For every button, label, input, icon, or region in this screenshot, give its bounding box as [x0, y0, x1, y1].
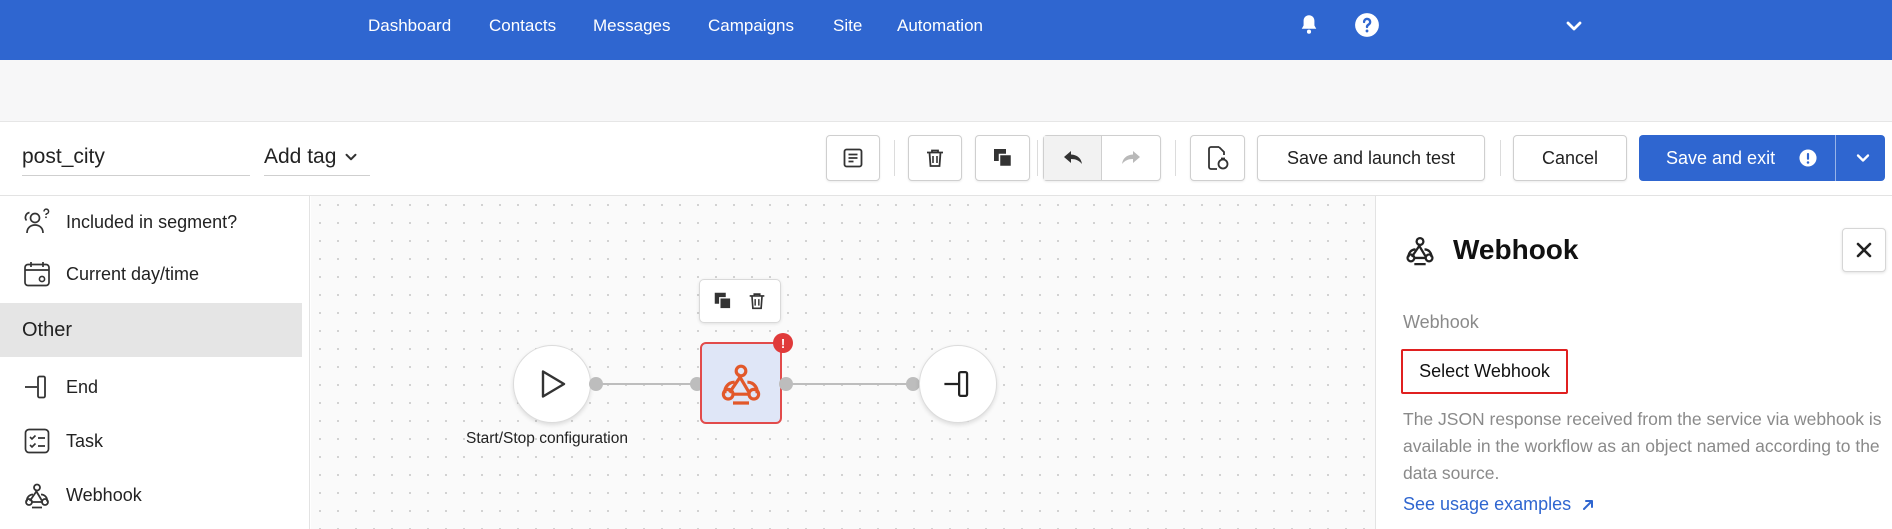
component-sidebar: Included in segment? Current day/time Ot… — [0, 196, 310, 529]
toolbar-divider — [894, 140, 895, 176]
connector-dot[interactable] — [589, 377, 603, 391]
workflow-connections — [597, 383, 912, 385]
copy-icon — [993, 149, 1012, 168]
trash-icon[interactable] — [746, 290, 768, 312]
chevron-down-icon[interactable] — [1853, 148, 1873, 168]
sidebar-item-webhook[interactable]: Webhook — [0, 469, 302, 521]
connector-dot[interactable] — [779, 377, 793, 391]
nav-messages[interactable]: Messages — [593, 16, 670, 36]
sidebar-item-label: Included in segment? — [66, 211, 238, 232]
workflow-name-input[interactable] — [22, 138, 250, 176]
add-tag-label: Add tag — [264, 144, 337, 168]
task-icon — [24, 428, 50, 454]
nav-automation[interactable]: Automation — [897, 16, 983, 36]
top-navigation-bar: Dashboard Contacts Messages Campaigns Si… — [0, 0, 1892, 60]
redo-button[interactable] — [1102, 136, 1160, 180]
nav-campaigns[interactable]: Campaigns — [708, 16, 794, 36]
connector-dot[interactable] — [906, 377, 920, 391]
toolbar-divider — [1037, 140, 1038, 176]
save-launch-test-button[interactable]: Save and launch test — [1257, 135, 1485, 181]
sidebar-item-label: Webhook — [66, 484, 142, 505]
webhook-icon — [1406, 236, 1434, 266]
chevron-down-icon[interactable] — [1562, 14, 1586, 38]
chevron-down-icon — [345, 153, 357, 160]
test-config-button[interactable] — [1190, 135, 1245, 181]
cancel-button[interactable]: Cancel — [1513, 135, 1627, 181]
redo-icon — [1122, 151, 1140, 164]
bell-icon[interactable] — [1296, 12, 1322, 38]
test-icon — [1207, 146, 1228, 170]
notes-button[interactable] — [826, 135, 880, 181]
nav-site[interactable]: Site — [833, 16, 862, 36]
sidebar-item-included-in-segment[interactable]: Included in segment? — [0, 196, 302, 248]
close-panel-button[interactable] — [1842, 228, 1886, 272]
add-tag-dropdown[interactable]: Add tag — [264, 138, 370, 176]
webhook-icon — [721, 364, 761, 405]
calendar-clock-icon — [24, 262, 50, 287]
usage-examples-label: See usage examples — [1403, 494, 1572, 514]
sidebar-section-label: Other — [22, 318, 73, 341]
panel-title: Webhook — [1453, 234, 1579, 265]
webhook-node[interactable] — [700, 342, 782, 424]
save-exit-label: Save and exit — [1666, 147, 1776, 168]
end-icon — [25, 375, 46, 399]
sidebar-section-other: Other — [0, 303, 302, 357]
undo-redo-group — [1043, 135, 1161, 181]
webhook-field-label: Webhook — [1403, 312, 1479, 332]
copy-button[interactable] — [975, 135, 1030, 181]
sub-header-strip — [0, 60, 1892, 122]
sidebar-item-end[interactable]: End — [0, 361, 302, 413]
save-exit-button[interactable]: Save and exit — [1639, 135, 1885, 181]
end-icon — [944, 370, 969, 398]
help-icon[interactable] — [1354, 12, 1380, 38]
node-action-toolbar — [699, 279, 781, 323]
end-node[interactable] — [919, 345, 997, 423]
play-icon — [541, 370, 566, 398]
toolbar-divider — [1500, 140, 1501, 176]
segment-question-icon — [24, 208, 50, 234]
select-webhook-button[interactable]: Select Webhook — [1401, 349, 1568, 394]
webhook-help-text: The JSON response received from the serv… — [1403, 409, 1882, 483]
split-divider — [1835, 135, 1836, 181]
sidebar-item-label: Task — [66, 430, 104, 451]
warning-icon — [1799, 149, 1817, 167]
sidebar-item-task[interactable]: Task — [0, 415, 302, 467]
copy-icon[interactable] — [712, 290, 734, 312]
trash-icon — [927, 149, 943, 167]
notes-icon — [843, 148, 863, 168]
workflow-canvas[interactable]: Start/Stop configuration ! — [311, 196, 1375, 529]
start-node[interactable] — [513, 345, 591, 423]
error-badge: ! — [773, 333, 793, 353]
sidebar-item-current-day-time[interactable]: Current day/time — [0, 248, 302, 300]
nav-contacts[interactable]: Contacts — [489, 16, 556, 36]
sidebar-item-label: Current day/time — [66, 263, 200, 284]
usage-examples-link[interactable]: See usage examples — [1403, 494, 1595, 515]
start-node-label: Start/Stop configuration — [466, 430, 628, 447]
sidebar-item-label: End — [66, 376, 99, 397]
nav-dashboard[interactable]: Dashboard — [368, 16, 451, 36]
external-link-icon — [1583, 499, 1594, 510]
delete-button[interactable] — [908, 135, 962, 181]
undo-button[interactable] — [1044, 136, 1103, 180]
toolbar-divider — [1175, 140, 1176, 176]
webhook-icon — [25, 483, 49, 509]
close-icon — [1856, 242, 1872, 258]
undo-icon — [1063, 151, 1082, 164]
